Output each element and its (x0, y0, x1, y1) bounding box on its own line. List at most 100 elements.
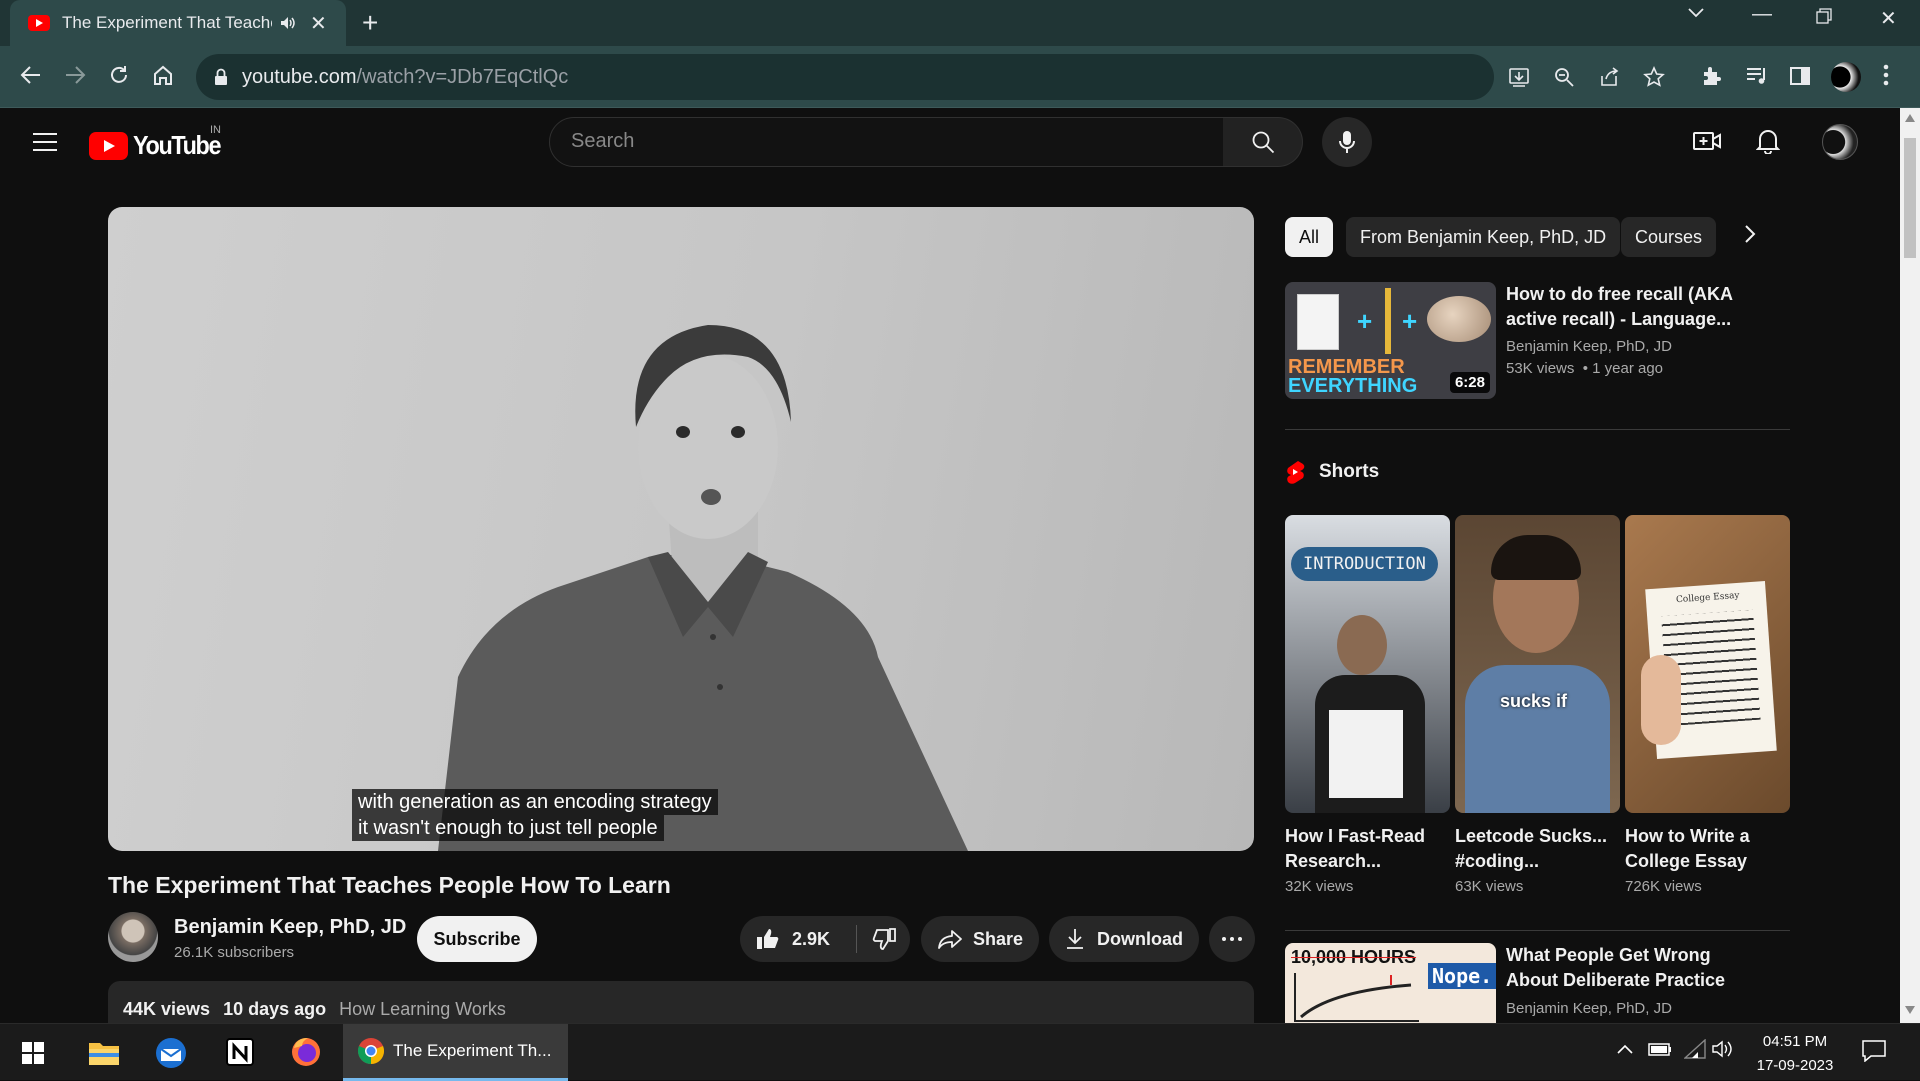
thumb-paper (1297, 294, 1339, 350)
recommended-video-title[interactable]: What People Get Wrong About Deliberate P… (1506, 943, 1746, 993)
zoom-icon[interactable] (1553, 66, 1575, 88)
page-scrollbar[interactable] (1900, 108, 1920, 1023)
youtube-logo[interactable]: YouTube (89, 130, 230, 161)
tab-search-chevron-icon[interactable] (1688, 8, 1704, 18)
back-arrow-icon[interactable] (20, 64, 42, 86)
scrollbar-thumb[interactable] (1904, 138, 1916, 258)
outlook-mail-icon[interactable] (154, 1037, 188, 1069)
more-horizontal-icon (1222, 937, 1242, 941)
channel-name[interactable]: Benjamin Keep, PhD, JD (174, 916, 406, 939)
scroll-up-arrow-icon[interactable] (1905, 114, 1915, 122)
recommended-video-title[interactable]: How to do free recall (AKA active recall… (1506, 282, 1746, 332)
channel-avatar[interactable] (108, 912, 158, 962)
windows-start-icon[interactable] (22, 1042, 44, 1064)
youtube-masthead: YouTube IN (0, 108, 1900, 176)
notifications-bell-icon[interactable] (1756, 128, 1780, 154)
taskbar-chrome-window[interactable]: The Experiment Th... (343, 1024, 568, 1081)
short-views: 63K views (1455, 878, 1524, 895)
notion-app-icon[interactable] (226, 1038, 254, 1066)
video-thumbnail[interactable]: + + REMEMBER EVERYTHING 6:28 (1285, 282, 1496, 399)
scroll-down-arrow-icon[interactable] (1905, 1006, 1915, 1014)
restore-button[interactable] (1816, 8, 1832, 24)
hamburger-menu-icon[interactable] (33, 132, 57, 152)
search-button[interactable] (1223, 117, 1303, 167)
short-views: 726K views (1625, 878, 1702, 895)
like-dislike-group: 2.9K (740, 916, 910, 962)
short-thumbnail[interactable]: sucks if (1455, 515, 1620, 813)
recommended-channel[interactable]: Benjamin Keep, PhD, JD (1506, 336, 1672, 358)
chrome-menu-icon[interactable] (1883, 64, 1889, 86)
download-button[interactable]: Download (1049, 916, 1199, 962)
notification-center-icon[interactable] (1862, 1040, 1886, 1062)
battery-icon[interactable] (1648, 1041, 1672, 1057)
system-clock[interactable]: 04:51 PM 17-09-2023 (1740, 1030, 1850, 1078)
browser-tab-active[interactable]: The Experiment That Teaches ✕ (10, 0, 346, 46)
shorts-logo-icon (1287, 461, 1305, 484)
thumbs-up-icon (757, 929, 779, 949)
caption-line: with generation as an encoding strategy (352, 789, 718, 815)
extensions-puzzle-icon[interactable] (1701, 65, 1723, 87)
create-video-icon[interactable] (1693, 130, 1721, 152)
short-overlay-text: INTRODUCTION (1291, 547, 1438, 581)
new-tab-button[interactable]: + (362, 8, 378, 38)
share-button[interactable]: Share (921, 916, 1039, 962)
youtube-play-logo-icon (89, 131, 128, 160)
chip-from-channel[interactable]: From Benjamin Keep, PhD, JD (1346, 217, 1621, 257)
tab-title: The Experiment That Teaches (62, 13, 272, 32)
tab-close-icon[interactable]: ✕ (310, 11, 327, 36)
recommended-stats: 53K views • 1 year ago (1506, 360, 1664, 377)
search-box[interactable] (549, 117, 1224, 167)
short-title[interactable]: How I Fast-Read Research... (1285, 824, 1445, 874)
voice-search-button[interactable] (1322, 117, 1372, 167)
account-avatar[interactable] (1822, 124, 1858, 160)
thumb-plus: + (1402, 306, 1418, 336)
short-thumbnail[interactable]: College Essay (1625, 515, 1790, 813)
dislike-button[interactable] (857, 928, 910, 950)
thumb-text-line: 10,000 HOURS (1291, 947, 1417, 967)
home-icon[interactable] (152, 64, 174, 86)
thumb-text-line: EVERYTHING (1288, 375, 1418, 397)
profile-avatar[interactable] (1831, 62, 1861, 92)
subscribe-button[interactable]: Subscribe (417, 916, 537, 962)
short-thumbnail[interactable]: INTRODUCTION (1285, 515, 1450, 813)
file-explorer-icon[interactable] (88, 1040, 120, 1066)
lock-icon[interactable] (214, 68, 228, 86)
wifi-icon[interactable] (1684, 1039, 1706, 1059)
chip-courses[interactable]: Courses (1621, 217, 1717, 257)
youtube-wordmark: YouTube (133, 130, 222, 160)
chip-all[interactable]: All (1285, 217, 1334, 257)
chrome-browser-icon (358, 1038, 384, 1064)
video-player[interactable]: with generation as an encoding strategy … (108, 207, 1254, 851)
firefox-icon[interactable] (290, 1036, 322, 1068)
short-title[interactable]: Leetcode Sucks... #coding... (1455, 824, 1615, 874)
short-title[interactable]: How to Write a College Essay (1625, 824, 1785, 874)
hashtag-link[interactable]: How Learning Works (339, 999, 506, 1019)
like-count: 2.9K (792, 928, 831, 949)
install-app-icon[interactable] (1508, 66, 1530, 88)
side-panel-icon[interactable] (1789, 65, 1811, 87)
youtube-favicon-icon (28, 15, 50, 31)
video-thumbnail[interactable]: 10,000 HOURS Nope. (1285, 943, 1496, 1023)
show-hidden-icons-chevron-icon[interactable] (1617, 1044, 1633, 1054)
clock-time: 04:51 PM (1762, 1033, 1828, 1050)
search-icon (1252, 131, 1274, 154)
like-button[interactable]: 2.9K (740, 916, 856, 962)
reload-icon[interactable] (108, 64, 130, 86)
chip-scroll-right-icon[interactable] (1744, 224, 1756, 244)
video-title: The Experiment That Teaches People How T… (108, 872, 671, 898)
share-page-icon[interactable] (1598, 66, 1620, 88)
volume-icon[interactable] (1712, 1040, 1734, 1058)
window-close-button[interactable]: ✕ (1880, 6, 1897, 31)
windows-taskbar: The Experiment Th... 04:51 PM 17-09-2023 (0, 1023, 1920, 1081)
address-bar[interactable]: youtube.com/watch?v=JDb7EqCtlQc (196, 54, 1665, 100)
more-actions-button[interactable] (1209, 916, 1255, 962)
search-input[interactable] (571, 130, 1171, 153)
minimize-button[interactable]: — (1752, 3, 1772, 26)
recommended-channel[interactable]: Benjamin Keep, PhD, JD (1506, 998, 1672, 1020)
media-control-icon[interactable] (1745, 65, 1769, 87)
taskbar-window-title: The Experiment Th... (393, 1041, 552, 1060)
bookmark-star-icon[interactable] (1643, 66, 1665, 88)
forward-arrow-icon[interactable] (64, 64, 86, 86)
thumbs-down-icon (872, 928, 896, 950)
audio-playing-icon[interactable] (280, 16, 296, 30)
